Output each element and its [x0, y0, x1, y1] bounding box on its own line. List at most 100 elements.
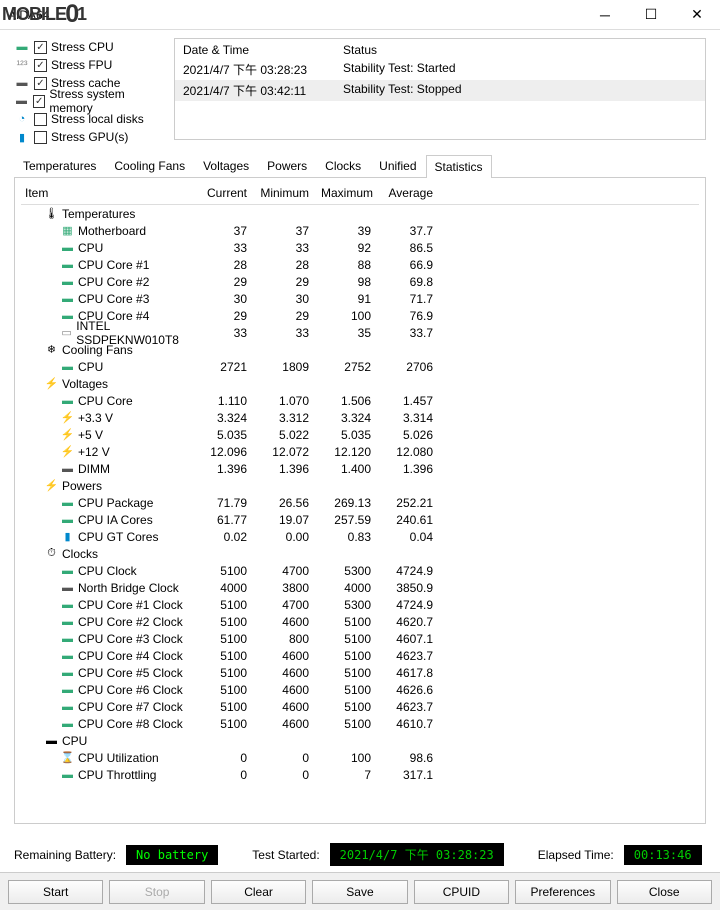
- stats-row[interactable]: ▬CPU Core #2 Clock 5100 4600 5100 4620.7: [21, 613, 699, 630]
- stats-row[interactable]: ▬CPU Core #5 Clock 5100 4600 5100 4617.8: [21, 664, 699, 681]
- save-button[interactable]: Save: [312, 880, 407, 904]
- tab-clocks[interactable]: Clocks: [316, 154, 370, 177]
- checkbox[interactable]: [34, 131, 47, 144]
- stats-row[interactable]: ▦Motherboard 37 37 39 37.7: [21, 222, 699, 239]
- tab-unified[interactable]: Unified: [370, 154, 425, 177]
- minimize-button[interactable]: ─: [582, 0, 628, 30]
- stats-row[interactable]: ▬CPU 33 33 92 86.5: [21, 239, 699, 256]
- cpu-icon: ▬: [61, 394, 74, 407]
- tab-statistics[interactable]: Statistics: [426, 155, 492, 178]
- powers-icon: ⚡: [45, 479, 58, 492]
- stats-row[interactable]: ⌛CPU Utilization 0 0 100 98.6: [21, 749, 699, 766]
- preferences-button[interactable]: Preferences: [515, 880, 610, 904]
- checkbox[interactable]: ✓: [34, 59, 47, 72]
- val-current: 33: [197, 241, 259, 255]
- stats-row[interactable]: ▬CPU Package 71.79 26.56 269.13 252.21: [21, 494, 699, 511]
- fpu-icon: ¹²³: [14, 57, 30, 73]
- stats-row[interactable]: ▬DIMM 1.396 1.396 1.400 1.396: [21, 460, 699, 477]
- stats-row[interactable]: ▮CPU GT Cores 0.02 0.00 0.83 0.04: [21, 528, 699, 545]
- tab-temperatures[interactable]: Temperatures: [14, 154, 105, 177]
- checkbox[interactable]: [34, 113, 47, 126]
- stats-row[interactable]: ▬CPU Core #2 29 29 98 69.8: [21, 273, 699, 290]
- val-average: 98.6: [383, 751, 445, 765]
- val-current: 29: [197, 309, 259, 323]
- stop-button[interactable]: Stop: [109, 880, 204, 904]
- checkbox[interactable]: ✓: [33, 95, 45, 108]
- val-minimum: 29: [259, 275, 321, 289]
- close-footer-button[interactable]: Close: [617, 880, 712, 904]
- mb-icon: ▦: [61, 224, 74, 237]
- stats-row[interactable]: ⚡+5 V 5.035 5.022 5.035 5.026: [21, 426, 699, 443]
- stress-item: ¹²³ ✓ Stress FPU: [14, 56, 164, 74]
- log-row[interactable]: 2021/4/7 下午 03:28:23Stability Test: Star…: [175, 59, 705, 80]
- stats-group: ⚡Powers: [21, 477, 699, 494]
- val-maximum: 5100: [321, 666, 383, 680]
- stats-row[interactable]: ▬CPU Core #3 30 30 91 71.7: [21, 290, 699, 307]
- stats-row[interactable]: ▬CPU Core #4 Clock 5100 4600 5100 4623.7: [21, 647, 699, 664]
- maximize-button[interactable]: ☐: [628, 0, 674, 30]
- stats-row[interactable]: ▬CPU Core #7 Clock 5100 4600 5100 4623.7: [21, 698, 699, 715]
- val-maximum: 2752: [321, 360, 383, 374]
- cpu-icon: ▬: [61, 632, 74, 645]
- stats-row[interactable]: ▬CPU Core #1 Clock 5100 4700 5300 4724.9: [21, 596, 699, 613]
- val-current: 71.79: [197, 496, 259, 510]
- close-button[interactable]: ✕: [674, 0, 720, 30]
- val-minimum: 37: [259, 224, 321, 238]
- val-average: 4626.6: [383, 683, 445, 697]
- tab-voltages[interactable]: Voltages: [194, 154, 258, 177]
- stats-row[interactable]: ▬CPU Core 1.110 1.070 1.506 1.457: [21, 392, 699, 409]
- stats-row[interactable]: ▬CPU Core #1 28 28 88 66.9: [21, 256, 699, 273]
- item-name: CPU Core: [78, 394, 133, 408]
- stats-row[interactable]: ▬CPU Throttling 0 0 7 317.1: [21, 766, 699, 783]
- checkbox[interactable]: ✓: [34, 41, 47, 54]
- item-name: North Bridge Clock: [78, 581, 179, 595]
- val-maximum: 5100: [321, 683, 383, 697]
- v-icon: ⚡: [61, 428, 74, 441]
- stats-row[interactable]: ⚡+12 V 12.096 12.072 12.120 12.080: [21, 443, 699, 460]
- val-current: 12.096: [197, 445, 259, 459]
- start-button[interactable]: Start: [8, 880, 103, 904]
- val-current: 1.396: [197, 462, 259, 476]
- tab-powers[interactable]: Powers: [258, 154, 316, 177]
- stats-row[interactable]: ▬CPU Clock 5100 4700 5300 4724.9: [21, 562, 699, 579]
- val-average: 33.7: [383, 326, 445, 340]
- val-minimum: 0: [259, 751, 321, 765]
- stress-options-list: ▬ ✓ Stress CPU¹²³ ✓ Stress FPU▬ ✓ Stress…: [14, 38, 164, 146]
- val-current: 5100: [197, 615, 259, 629]
- val-minimum: 30: [259, 292, 321, 306]
- val-maximum: 35: [321, 326, 383, 340]
- val-current: 1.110: [197, 394, 259, 408]
- tab-cooling-fans[interactable]: Cooling Fans: [105, 154, 194, 177]
- stats-row[interactable]: ▬CPU IA Cores 61.77 19.07 257.59 240.61: [21, 511, 699, 528]
- item-name: CPU Core #1 Clock: [78, 598, 183, 612]
- checkbox[interactable]: ✓: [34, 77, 47, 90]
- val-average: 4617.8: [383, 666, 445, 680]
- stats-row[interactable]: ▬CPU Core #3 Clock 5100 800 5100 4607.1: [21, 630, 699, 647]
- cpu-icon: ▬: [14, 39, 30, 55]
- val-current: 30: [197, 292, 259, 306]
- stats-row[interactable]: ▬CPU 2721 1809 2752 2706: [21, 358, 699, 375]
- val-current: 5100: [197, 649, 259, 663]
- v-icon: ⚡: [61, 445, 74, 458]
- val-average: 4623.7: [383, 649, 445, 663]
- item-name: CPU Core #7 Clock: [78, 700, 183, 714]
- log-row[interactable]: 2021/4/7 下午 03:42:11Stability Test: Stop…: [175, 80, 705, 101]
- val-maximum: 1.400: [321, 462, 383, 476]
- watermark-logo: MOBILE01: [2, 4, 86, 25]
- stats-row[interactable]: ▬North Bridge Clock 4000 3800 4000 3850.…: [21, 579, 699, 596]
- stress-item: ◔ Stress local disks: [14, 110, 164, 128]
- stats-row[interactable]: ▬CPU Core #6 Clock 5100 4600 5100 4626.6: [21, 681, 699, 698]
- val-current: 5100: [197, 683, 259, 697]
- cpu-icon: ▬: [61, 513, 74, 526]
- val-minimum: 33: [259, 326, 321, 340]
- stats-row[interactable]: ▭INTEL SSDPEKNW010T8 33 33 35 33.7: [21, 324, 699, 341]
- val-average: 317.1: [383, 768, 445, 782]
- val-minimum: 4600: [259, 683, 321, 697]
- clear-button[interactable]: Clear: [211, 880, 306, 904]
- item-name: CPU GT Cores: [78, 530, 158, 544]
- stats-row[interactable]: ⚡+3.3 V 3.324 3.312 3.324 3.314: [21, 409, 699, 426]
- val-minimum: 0: [259, 768, 321, 782]
- val-minimum: 29: [259, 309, 321, 323]
- cpuid-button[interactable]: CPUID: [414, 880, 509, 904]
- stats-row[interactable]: ▬CPU Core #8 Clock 5100 4600 5100 4610.7: [21, 715, 699, 732]
